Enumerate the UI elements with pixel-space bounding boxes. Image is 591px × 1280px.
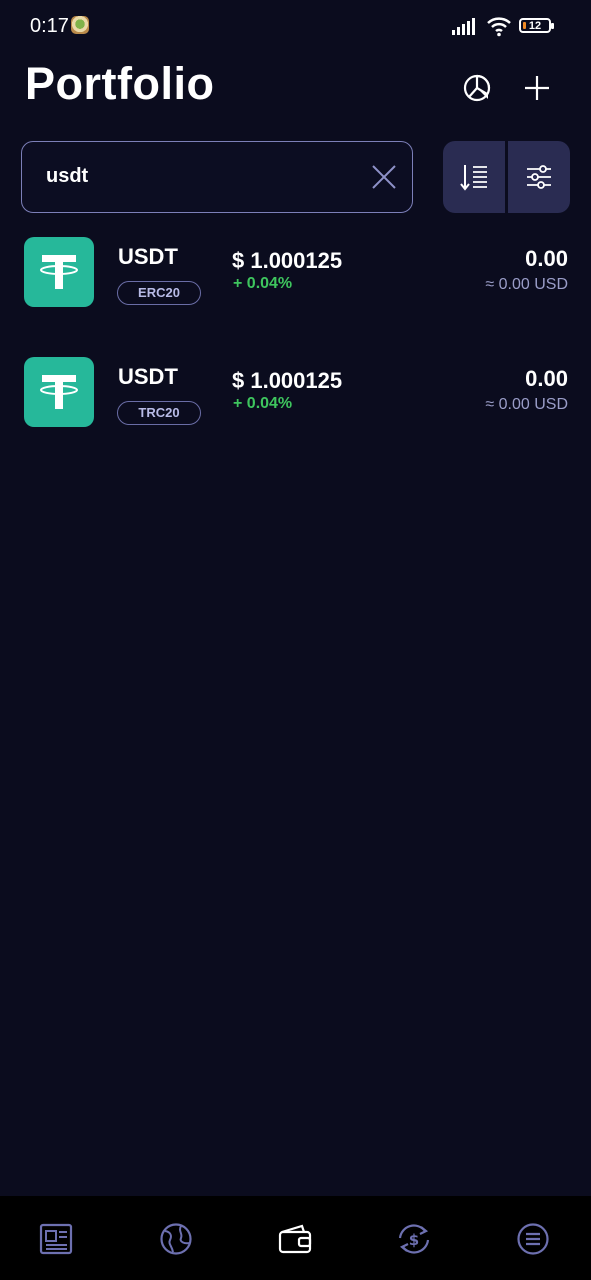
filter-button[interactable]: [508, 141, 570, 213]
token-change: + 0.04%: [233, 275, 293, 292]
network-badge: ERC20: [117, 281, 201, 305]
sort-icon: [460, 165, 487, 191]
add-token-button[interactable]: [515, 66, 559, 110]
token-change: + 0.04%: [233, 395, 293, 412]
token-row[interactable]: USDT ERC20 $ 1.000125 + 0.04% 0.00 ≈ 0.0…: [0, 236, 591, 326]
menu-icon: [517, 1223, 549, 1255]
token-fiat-value: ≈ 0.00 USD: [485, 396, 568, 413]
status-time: 0:17: [30, 15, 69, 37]
token-price: $ 1.000125: [232, 248, 343, 273]
tether-icon: [40, 255, 78, 289]
battery-icon: 12: [519, 18, 554, 33]
swap-icon: $: [398, 1224, 430, 1254]
token-balance: 0.00: [525, 366, 568, 391]
token-price: $ 1.000125: [232, 368, 343, 393]
tether-icon: [40, 375, 78, 409]
plus-icon: [525, 76, 549, 100]
signal-icon: [452, 18, 475, 35]
token-fiat-value: ≈ 0.00 USD: [485, 276, 568, 293]
portfolio-chart-button[interactable]: [455, 66, 499, 110]
tether-logo: [24, 357, 94, 427]
nav-market[interactable]: [154, 1217, 198, 1261]
status-bar: 0:17 12: [0, 0, 591, 52]
wifi-icon: [487, 17, 511, 37]
app-notification-icon: [71, 16, 89, 34]
sort-button[interactable]: [443, 141, 505, 213]
wallet-icon: [278, 1224, 312, 1254]
bottom-nav: $: [0, 1196, 591, 1280]
tether-logo: [24, 237, 94, 307]
sliders-icon: [527, 165, 551, 189]
nav-wallet[interactable]: [273, 1217, 317, 1261]
close-icon: [372, 165, 396, 189]
globe-icon: [160, 1223, 192, 1255]
nav-news[interactable]: [34, 1217, 78, 1261]
token-symbol: USDT: [118, 364, 178, 389]
clear-search-button[interactable]: [370, 163, 398, 191]
nav-swap[interactable]: $: [392, 1217, 436, 1261]
token-balance: 0.00: [525, 246, 568, 271]
token-row[interactable]: USDT TRC20 $ 1.000125 + 0.04% 0.00 ≈ 0.0…: [0, 356, 591, 446]
network-badge: TRC20: [117, 401, 201, 425]
page-title: Portfolio: [25, 58, 215, 109]
portfolio-chart-icon: [463, 74, 491, 102]
nav-menu[interactable]: [511, 1217, 555, 1261]
token-symbol: USDT: [118, 244, 178, 269]
search-box[interactable]: [21, 141, 413, 213]
svg-text:$: $: [409, 1231, 419, 1249]
search-input[interactable]: [46, 142, 346, 211]
list-tools: [443, 141, 570, 213]
news-icon: [39, 1223, 73, 1255]
battery-level: 12: [528, 20, 542, 32]
